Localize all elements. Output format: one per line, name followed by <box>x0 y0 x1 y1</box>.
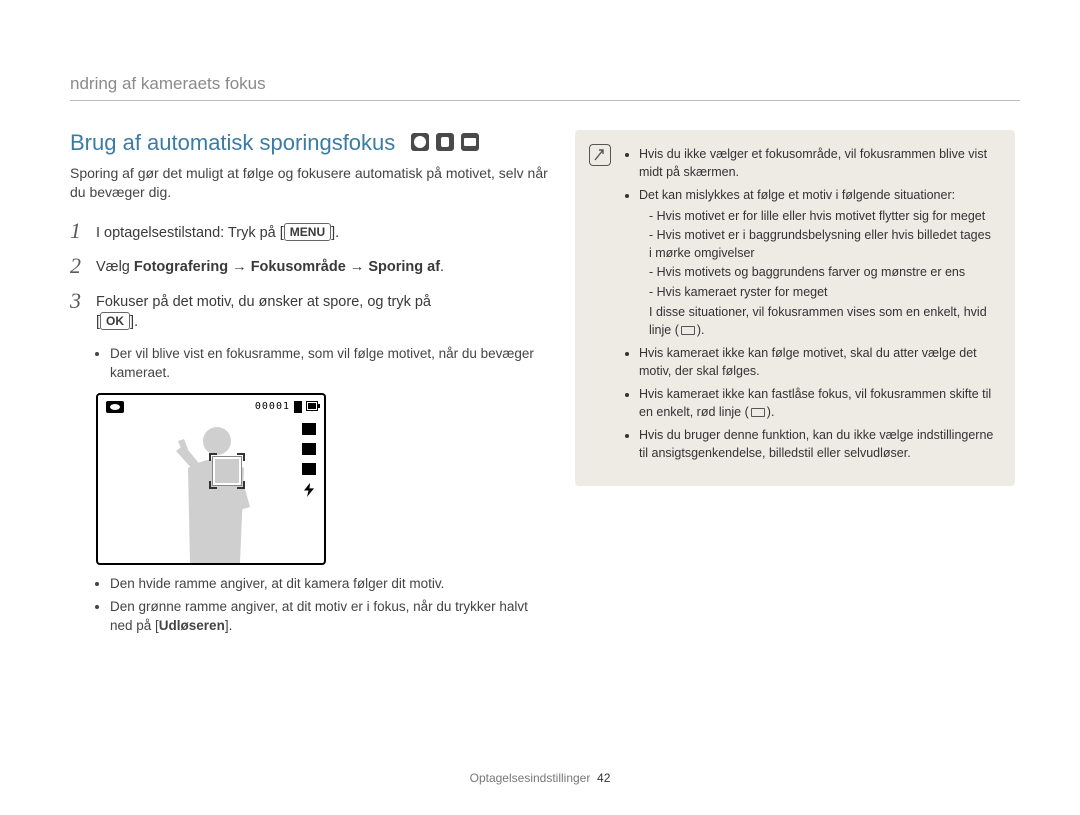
footer-section: Optagelsesindstillinger <box>470 771 591 785</box>
bullet-item: Der vil blive vist en fokusramme, som vi… <box>110 345 550 383</box>
note-icon <box>589 144 611 166</box>
note-item3-pre: Hvis kameraet ikke kan fastlåse fokus, v… <box>639 387 991 419</box>
step-body: Fokuser på det motiv, du ønsker at spore… <box>96 290 550 333</box>
note-item: Hvis kameraet ikke kan fastlåse fokus, v… <box>639 386 997 421</box>
note-item: Hvis du ikke vælger et fokusområde, vil … <box>639 146 997 181</box>
focus-frame <box>213 457 241 485</box>
step-3: 3 Fokuser på det motiv, du ønsker at spo… <box>70 290 550 333</box>
step-body: Vælg Fotografering → Fokusområde → Spori… <box>96 255 550 278</box>
page-footer: Optagelsesindstillinger 42 <box>0 771 1080 785</box>
hud-size-icon <box>302 423 316 435</box>
note-item: Hvis du bruger denne funktion, kan du ik… <box>639 427 997 462</box>
mode-icons <box>411 133 482 154</box>
step2-post: . <box>440 259 444 275</box>
step-1: 1 I optagelsestilstand: Tryk på [MENU]. <box>70 220 550 244</box>
note-subitem: Hvis motivets og baggrundens farver og m… <box>649 264 997 282</box>
step-2: 2 Vælg Fotografering → Fokusområde → Spo… <box>70 255 550 278</box>
red-frame-icon <box>751 408 765 417</box>
hud-counter: 00001 <box>255 401 290 412</box>
note-subitem: Hvis motivet er for lille eller hvis mot… <box>649 208 997 226</box>
hud-card-icon <box>294 401 302 413</box>
hud-flash-icon <box>304 483 314 497</box>
ok-button-label: OK <box>100 312 130 330</box>
note-box: Hvis du ikke vælger et fokusområde, vil … <box>575 130 1015 486</box>
page-number: 42 <box>597 771 610 785</box>
hud-mode-icon <box>106 401 124 413</box>
steps-list: 1 I optagelsestilstand: Tryk på [MENU]. … <box>70 220 550 333</box>
bullet-item: Den grønne ramme angiver, at dit motiv e… <box>110 598 550 636</box>
camera-screen-illustration: 00001 <box>96 393 326 565</box>
hand-mode-icon <box>436 133 454 151</box>
dual-mode-icon <box>461 133 479 151</box>
note-inline: I disse situationer, vil fokusrammen vis… <box>639 304 997 339</box>
step2-path: Fotografering → Fokusområde → Sporing af <box>134 259 440 275</box>
hud-battery-icon <box>306 401 318 411</box>
hud-quality-icon <box>302 443 316 455</box>
p-mode-icon <box>411 133 429 151</box>
hud-right-icons <box>302 423 316 497</box>
note-item: Det kan mislykkes at følge et motiv i fø… <box>639 187 997 339</box>
step3-post: . <box>134 314 138 330</box>
note-item: Hvis kameraet ikke kan følge motivet, sk… <box>639 345 997 380</box>
hud-metering-icon <box>302 463 316 475</box>
note-item3-post: ). <box>767 405 775 419</box>
intro-text: Sporing af gør det muligt at følge og fo… <box>70 164 550 202</box>
step1-post: ]. <box>331 225 339 241</box>
corner-icon <box>209 453 217 461</box>
step-number: 1 <box>70 220 96 242</box>
bullet-b1-text: Den grønne ramme angiver, at dit motiv e… <box>110 599 528 633</box>
title-row: Brug af automatisk sporingsfokus <box>70 130 550 156</box>
bullets-before-illustration: Der vil blive vist en fokusramme, som vi… <box>110 345 550 383</box>
person-silhouette <box>148 413 268 563</box>
corner-icon <box>237 481 245 489</box>
step-number: 2 <box>70 255 96 277</box>
left-column: Brug af automatisk sporingsfokus Sporing… <box>70 130 550 641</box>
bullets-after-illustration: Den hvide ramme angiver, at dit kamera f… <box>110 575 550 636</box>
note-list: Hvis du ikke vælger et fokusområde, vil … <box>625 146 997 462</box>
shutter-word: Udløseren <box>159 618 225 633</box>
note-sublist: Hvis motivet er for lille eller hvis mot… <box>639 208 997 302</box>
note-item-text: Det kan mislykkes at følge et motiv i fø… <box>639 188 955 202</box>
step-number: 3 <box>70 290 96 312</box>
bullet-item: Den hvide ramme angiver, at dit kamera f… <box>110 575 550 594</box>
note-subitem: Hvis motivet er i baggrundsbelysning ell… <box>649 227 997 262</box>
step2-pre: Vælg <box>96 259 134 275</box>
step1-pre: I optagelsestilstand: Tryk på [ <box>96 225 284 241</box>
page-header: ndring af kameraets fokus <box>70 74 1020 101</box>
corner-icon <box>237 453 245 461</box>
menu-button-label: MENU <box>284 223 331 241</box>
white-frame-icon <box>681 326 695 335</box>
step-body: I optagelsestilstand: Tryk på [MENU]. <box>96 220 550 244</box>
corner-icon <box>209 481 217 489</box>
note-subitem: Hvis kameraet ryster for meget <box>649 284 997 302</box>
section-title: Brug af automatisk sporingsfokus <box>70 130 395 156</box>
step3-line: Fokuser på det motiv, du ønsker at spore… <box>96 294 431 310</box>
note-inline-post: ). <box>697 323 705 337</box>
